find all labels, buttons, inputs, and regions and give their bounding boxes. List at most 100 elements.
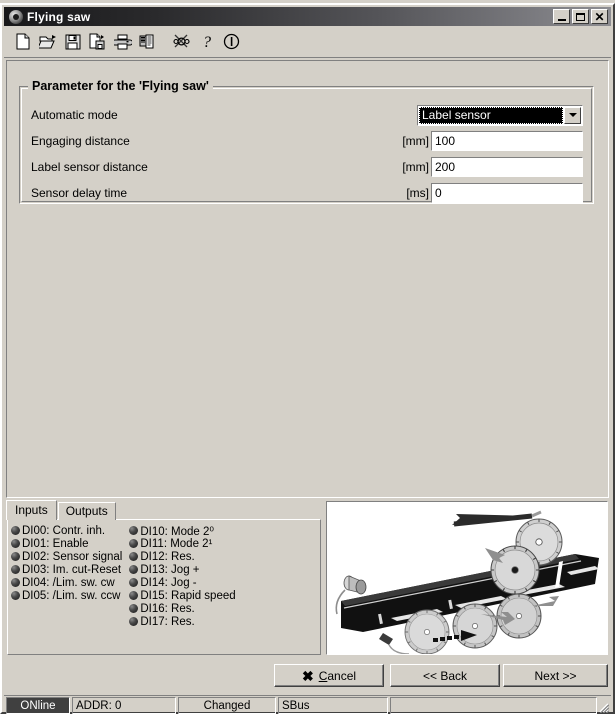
open-folder-button[interactable] (35, 29, 60, 54)
help-question-icon: ? (200, 33, 214, 50)
list-item: DI00: Contr. inh. (11, 524, 122, 537)
print-icon (113, 34, 132, 50)
list-item: DI17: Res. (129, 615, 235, 628)
list-item: DI14: Jog - (129, 576, 235, 589)
io-label: DI00: Contr. inh. (22, 524, 106, 537)
engaging-distance-input[interactable]: 100 (431, 131, 583, 151)
list-item: DI04: /Lim. sw. cw (11, 576, 122, 589)
io-label: DI01: Enable (22, 537, 89, 550)
title-bar: Flying saw ✕ (4, 7, 611, 26)
io-label: DI04: /Lim. sw. cw (22, 576, 115, 589)
close-button[interactable]: ✕ (591, 9, 608, 24)
param-label: Label sensor distance (31, 160, 148, 174)
led-icon (11, 539, 20, 548)
automatic-mode-value: Label sensor (419, 106, 563, 124)
param-label: Automatic mode (31, 108, 118, 122)
list-item: DI11: Mode 2¹ (129, 537, 235, 550)
flying-saw-diagram (326, 501, 608, 655)
new-file-icon (15, 33, 31, 50)
print-button[interactable] (110, 29, 135, 54)
next-button[interactable]: Next >> (503, 664, 608, 687)
resize-grip[interactable] (596, 700, 610, 714)
status-bar: ONline ADDR: 0 Changed SBus (4, 695, 611, 714)
param-row-label-sensor-distance: Label sensor distance [mm] 200 (31, 156, 591, 178)
param-unit: [mm] (402, 134, 429, 148)
cancel-button[interactable]: ✖ Cancel (274, 664, 384, 687)
svg-text:?: ? (203, 34, 211, 50)
list-item: DI13: Jog + (129, 563, 235, 576)
save-as-icon (89, 33, 106, 50)
label-sensor-distance-input[interactable]: 200 (431, 157, 583, 177)
connect-button[interactable] (169, 29, 194, 54)
io-column-left: DI00: Contr. inh. DI01: Enable DI02: Sen… (11, 524, 122, 628)
led-icon (11, 526, 20, 535)
window-title: Flying saw (27, 9, 91, 24)
status-address: ADDR: 0 (72, 697, 176, 714)
param-unit: [ms] (406, 186, 429, 200)
param-unit: [mm] (402, 160, 429, 174)
tab-inputs[interactable]: Inputs (6, 500, 57, 520)
led-icon (11, 578, 20, 587)
list-item: DI12: Res. (129, 550, 235, 563)
io-label: DI16: Res. (140, 602, 195, 615)
io-tab-body: DI00: Contr. inh. DI01: Enable DI02: Sen… (7, 519, 321, 655)
sensor-delay-time-input[interactable]: 0 (431, 183, 583, 203)
main-content-area: Parameter for the 'Flying saw' Automatic… (6, 60, 609, 498)
status-online: ONline (6, 697, 70, 714)
list-item: DI03: Im. cut-Reset (11, 563, 122, 576)
toolbar-file-group (10, 29, 160, 54)
led-icon (129, 591, 139, 600)
io-tab-panel: Inputs Outputs DI00: Contr. inh. DI01: E… (6, 500, 321, 655)
io-label: DI02: Sensor signal (22, 550, 123, 563)
led-icon (129, 617, 139, 626)
tab-outputs[interactable]: Outputs (57, 502, 116, 520)
groupbox-title: Parameter for the 'Flying saw' (28, 79, 213, 93)
back-button[interactable]: << Back (390, 664, 500, 687)
save-button[interactable] (60, 29, 85, 54)
toolbar: ? (4, 26, 611, 58)
minimize-button[interactable] (553, 9, 570, 24)
led-icon (11, 565, 20, 574)
io-label: DI03: Im. cut-Reset (22, 563, 122, 576)
save-disk-icon (65, 34, 81, 50)
led-icon (129, 539, 139, 548)
param-label: Sensor delay time (31, 186, 128, 200)
param-row-automatic-mode: Automatic mode Label sensor (31, 104, 591, 126)
parameter-groupbox: Parameter for the 'Flying saw' Automatic… (19, 79, 594, 204)
io-label: DI14: Jog - (140, 576, 197, 589)
cancel-label: Cancel (318, 668, 357, 683)
print-preview-button[interactable] (135, 29, 160, 54)
flying-saw-illustration (327, 502, 607, 654)
print-preview-icon (139, 33, 157, 50)
io-label: DI12: Res. (140, 550, 195, 563)
status-changed: Changed (178, 697, 276, 714)
io-label: DI11: Mode 2¹ (140, 537, 213, 550)
help-button[interactable]: ? (194, 29, 219, 54)
open-folder-icon (38, 33, 57, 50)
window-frame: Flying saw ✕ ? Parameter for the 'Flying… (0, 3, 615, 714)
list-item: DI10: Mode 2⁰ (129, 524, 235, 538)
io-label: DI15: Rapid speed (140, 589, 236, 602)
back-label: << Back (422, 668, 468, 683)
status-blank (390, 697, 597, 714)
info-button[interactable] (219, 29, 244, 54)
param-row-engaging-distance: Engaging distance [mm] 100 (31, 130, 591, 152)
info-icon (223, 33, 240, 50)
next-label: Next >> (534, 668, 577, 683)
automatic-mode-combobox[interactable]: Label sensor (417, 104, 583, 126)
new-file-button[interactable] (10, 29, 35, 54)
cancel-label-rest: ancel (327, 668, 357, 683)
io-tabstrip: Inputs Outputs (6, 500, 117, 520)
list-item: DI16: Res. (129, 602, 235, 615)
app-circle-icon (9, 9, 23, 24)
list-item: DI05: /Lim. sw. ccw (11, 589, 122, 602)
led-icon (11, 591, 20, 600)
list-item: DI15: Rapid speed (129, 589, 236, 602)
list-item: DI01: Enable (11, 537, 122, 550)
led-icon (129, 604, 139, 613)
save-as-button[interactable] (85, 29, 110, 54)
io-label: DI17: Res. (140, 615, 195, 628)
chevron-down-icon[interactable] (564, 106, 581, 124)
maximize-button[interactable] (572, 9, 589, 24)
wizard-button-bar: ✖ Cancel << Back Next >> (6, 660, 609, 692)
